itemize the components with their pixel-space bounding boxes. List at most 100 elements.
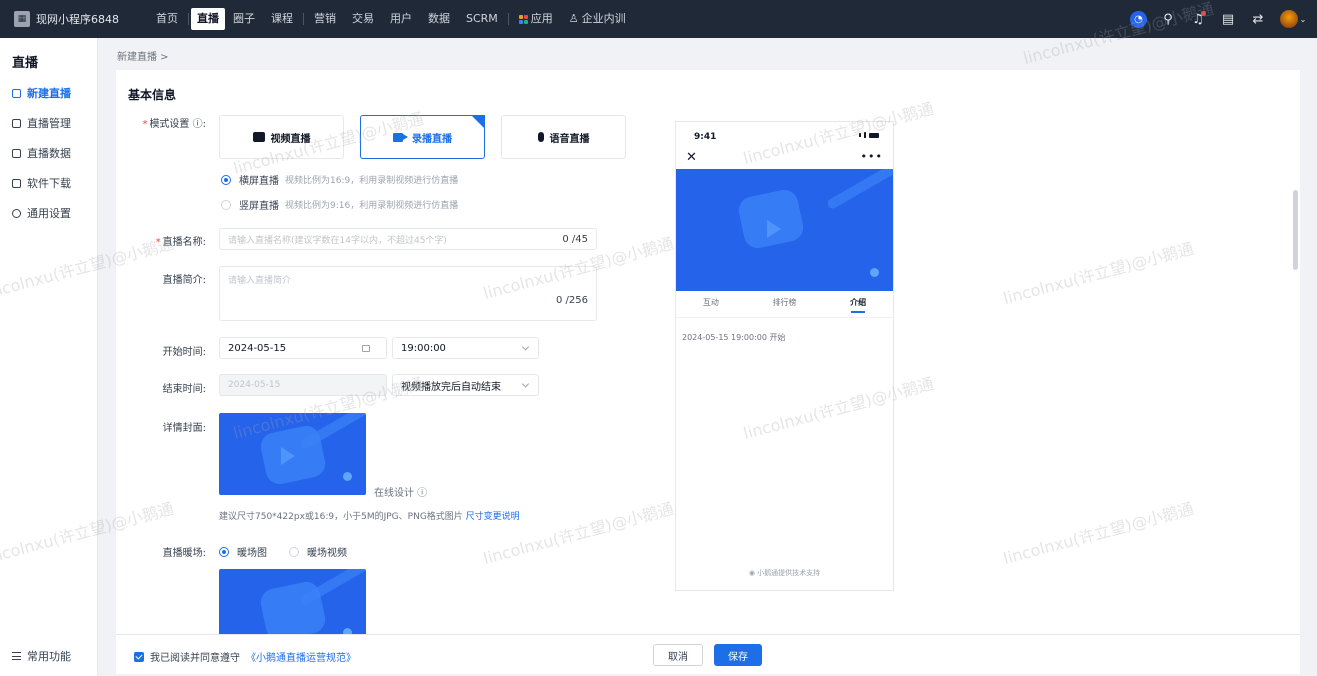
breadcrumb[interactable]: 新建直播 > xyxy=(117,48,169,63)
sidebar-item-download[interactable]: 软件下载 xyxy=(0,168,97,198)
close-icon: ✕ xyxy=(686,150,697,165)
scrollbar[interactable] xyxy=(1293,190,1298,270)
start-time-label: 开始时间: xyxy=(162,347,206,358)
name-label: * 直播名称: xyxy=(155,237,206,248)
nav-home[interactable]: 首页 xyxy=(148,8,186,30)
user-menu[interactable]: ⌄ xyxy=(1279,10,1307,28)
sidebar-item-label: 软件下载 xyxy=(27,177,71,190)
nav-divider xyxy=(188,13,189,25)
training-icon: ♙ xyxy=(568,12,579,25)
phone-footer: ◉ 小鹅通提供技术支持 xyxy=(748,569,821,577)
brand[interactable]: ▦ 现网小程序6848 xyxy=(0,11,138,27)
sidebar-item-settings[interactable]: 通用设置 xyxy=(0,198,97,228)
intro-label: 直播简介: xyxy=(162,275,206,286)
top-right-tools: ◔ ⚲ ♫ ▤ ⇄ ⌄ xyxy=(1130,0,1307,38)
cancel-button[interactable]: 取消 xyxy=(653,644,703,666)
main-panel: 基本信息 * 模式设置 ⓘ: 视频直播 录播直播 语音直播 横屏直播 视频比例为1… xyxy=(116,70,1300,674)
warmup-image-option[interactable]: 暖场图 xyxy=(219,544,267,559)
nav-apps[interactable]: 应用 xyxy=(511,8,561,30)
live-name-input[interactable]: 请输入直播名称(建议字数在14字以内，不超过45个字) 0 /45 xyxy=(219,228,597,250)
end-option-value: 视频播放完后自动结束 xyxy=(401,381,501,393)
top-navigation-bar: ▦ 现网小程序6848 首页 直播 圈子 课程 营销 交易 用户 数据 SCRM… xyxy=(0,0,1317,38)
orientation-label: 竖屏直播 xyxy=(239,201,279,212)
play-icon xyxy=(280,447,295,466)
nav-enterprise-training[interactable]: ♙ 企业内训 xyxy=(561,8,634,30)
bell-icon[interactable]: ♫ xyxy=(1189,10,1207,28)
avatar xyxy=(1279,10,1298,28)
nav-trade[interactable]: 交易 xyxy=(344,8,382,30)
bottom-action-bar: 我已阅读并同意遵守 《小鹅通直播运营规范》 取消 保存 xyxy=(116,634,1300,674)
nav-circle[interactable]: 圈子 xyxy=(225,8,263,30)
nav-apps-label: 应用 xyxy=(530,12,553,25)
sidebar-item-label: 直播管理 xyxy=(27,117,71,130)
sidebar-item-label: 直播数据 xyxy=(27,147,71,160)
save-button[interactable]: 保存 xyxy=(714,644,762,666)
nav-scrm[interactable]: SCRM xyxy=(458,8,506,30)
orientation-label: 横屏直播 xyxy=(239,176,279,187)
nav-live[interactable]: 直播 xyxy=(191,8,225,30)
mode-label-text: 视频直播 xyxy=(270,133,311,145)
download-icon xyxy=(12,178,21,188)
list-icon xyxy=(12,652,21,660)
chevron-down-icon xyxy=(521,380,530,388)
orientation-landscape[interactable]: 横屏直播 视频比例为16:9，利用录制视频进行仿直播 xyxy=(221,172,458,187)
warmup-option-label: 暖场图 xyxy=(237,548,267,559)
orientation-hint: 视频比例为16:9，利用录制视频进行仿直播 xyxy=(285,176,459,186)
nav-marketing[interactable]: 营销 xyxy=(306,8,344,30)
manage-icon xyxy=(12,118,21,128)
mode-video-live[interactable]: 视频直播 xyxy=(219,115,344,159)
mode-label-text: 语音直播 xyxy=(549,133,590,145)
cover-note: 建议尺寸750*422px或16:9，小于5M的JPG、PNG格式图片 尺寸变更… xyxy=(219,512,520,522)
nav-training-label: 企业内训 xyxy=(581,12,626,25)
gear-icon xyxy=(12,208,21,218)
sidebar-item-new-live[interactable]: 新建直播 xyxy=(0,78,97,108)
sidebar-title: 直播 xyxy=(12,56,39,71)
orientation-portrait[interactable]: 竖屏直播 视频比例为9:16，利用录制视频进行仿直播 xyxy=(221,197,458,212)
common-functions-label: 常用功能 xyxy=(27,650,71,663)
agree-checkbox[interactable] xyxy=(134,651,144,662)
common-functions[interactable]: 常用功能 xyxy=(12,648,71,664)
intro-counter: 0 /256 xyxy=(556,295,588,306)
start-time-value: 19:00:00 xyxy=(401,342,446,354)
size-change-link[interactable]: 尺寸变更说明 xyxy=(466,512,520,522)
radio-selected xyxy=(219,546,229,557)
microphone-icon xyxy=(537,132,544,142)
brand-logo-icon: ▦ xyxy=(14,11,30,27)
radio-unselected xyxy=(221,199,231,210)
mode-label: * 模式设置 ⓘ: xyxy=(142,119,206,130)
nav-user[interactable]: 用户 xyxy=(382,8,420,30)
end-option-select[interactable]: 视频播放完后自动结束 xyxy=(392,374,539,396)
sidebar-item-live-data[interactable]: 直播数据 xyxy=(0,138,97,168)
start-date-picker[interactable]: 2024-05-15 xyxy=(219,337,387,359)
mode-audio-live[interactable]: 语音直播 xyxy=(501,115,626,159)
tv-icon xyxy=(252,132,265,142)
intro-placeholder: 请输入直播简介 xyxy=(228,276,292,286)
agreement-link[interactable]: 《小鹅通直播运营规范》 xyxy=(246,649,356,664)
end-date-value: 2024-05-15 xyxy=(228,380,281,390)
warmup-video-option[interactable]: 暖场视频 xyxy=(289,544,347,559)
sidebar-item-live-manage[interactable]: 直播管理 xyxy=(0,108,97,138)
start-time-select[interactable]: 19:00:00 xyxy=(392,337,539,359)
phone-tabs: 互动 排行榜 介绍 xyxy=(676,297,893,313)
calendar-icon[interactable]: ▤ xyxy=(1219,10,1237,28)
radio-unselected xyxy=(289,546,299,557)
calendar-icon xyxy=(362,344,370,352)
nav-data[interactable]: 数据 xyxy=(420,8,458,30)
chart-icon xyxy=(12,148,21,158)
agreement[interactable]: 我已阅读并同意遵守 《小鹅通直播运营规范》 xyxy=(134,649,356,664)
search-icon[interactable]: ⚲ xyxy=(1159,10,1177,28)
play-icon xyxy=(767,220,782,239)
mode-label-text: 录播直播 xyxy=(412,133,452,145)
name-placeholder: 请输入直播名称(建议字数在14字以内，不超过45个字) xyxy=(228,235,447,246)
mode-recorded-live[interactable]: 录播直播 xyxy=(360,115,485,159)
sidebar-item-label: 通用设置 xyxy=(27,207,71,220)
nav-course[interactable]: 课程 xyxy=(263,8,301,30)
radio-selected xyxy=(221,174,231,185)
customer-service-icon[interactable]: ◔ xyxy=(1130,10,1147,28)
online-design-link[interactable]: 在线设计 ⓘ xyxy=(374,484,427,499)
switch-icon[interactable]: ⇄ xyxy=(1249,10,1267,28)
phone-start-time: 2024-05-15 19:00:00 开始 xyxy=(682,333,786,342)
new-live-icon xyxy=(12,88,21,98)
cover-image[interactable] xyxy=(219,413,366,495)
live-intro-textarea[interactable]: 请输入直播简介 0 /256 xyxy=(219,266,597,321)
